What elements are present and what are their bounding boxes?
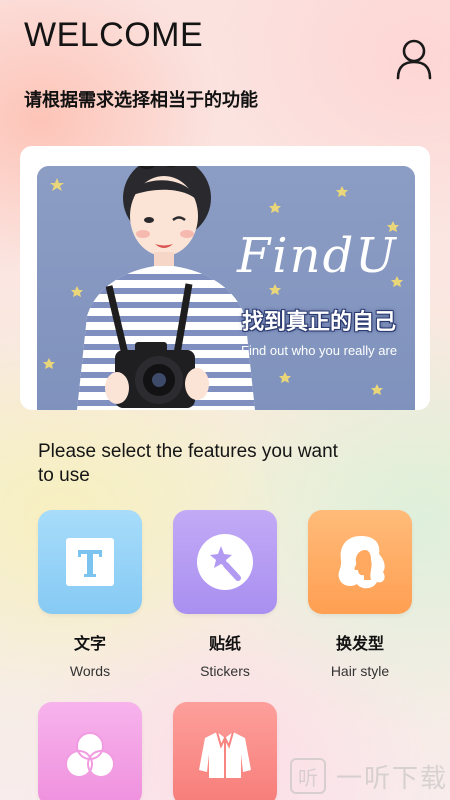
features-prompt: Please select the features you want to u… [38,441,338,486]
feature-clothing-tile[interactable] [173,702,277,800]
feature-hair-style-label-en: Hair style [330,663,390,679]
banner-card[interactable]: FindU 找到真正的自己 Find out who you really ar… [20,146,430,410]
banner-image[interactable]: FindU 找到真正的自己 Find out who you really ar… [37,166,415,410]
user-profile-button[interactable] [395,38,433,80]
feature-clothing[interactable] [173,702,277,800]
banner-slogan-chinese: 找到真正的自己 [242,309,397,334]
feature-circles[interactable] [38,702,142,800]
feature-hair-style-label-cn: 换发型 [335,636,384,653]
feature-hair-style[interactable]: 换发型 Hair style [308,510,412,679]
magic-wand-icon [197,534,253,590]
feature-words-label-en: Words [69,663,111,679]
feature-circles-tile[interactable] [38,702,142,800]
user-icon [396,39,432,80]
text-t-icon [66,538,114,586]
feature-words-tile[interactable] [38,510,142,614]
banner-slogan-english: Find out who you really are [241,343,398,358]
feature-stickers-label-en: Stickers [200,663,250,679]
three-circles-icon [65,732,115,778]
banner-illustration [37,166,415,410]
feature-hair-style-tile[interactable] [308,510,412,614]
watermark: 听 一听下载 [290,758,448,794]
feature-words[interactable]: 文字 Words [38,510,142,679]
jacket-icon [199,731,251,778]
hair-profile-icon [338,536,385,589]
watermark-text: 一听下载 [336,762,449,793]
feature-stickers-label-cn: 贴纸 [208,636,241,653]
page-title: WELCOME [24,16,204,54]
feature-stickers-tile[interactable] [173,510,277,614]
watermark-logo-icon: 听 [290,758,326,794]
feature-stickers[interactable]: 贴纸 Stickers [173,510,277,679]
feature-words-label-cn: 文字 [73,636,106,653]
banner-brand-text: FindU [237,228,398,284]
page-subtitle: 请根据需求选择相当于的功能 [24,90,258,110]
